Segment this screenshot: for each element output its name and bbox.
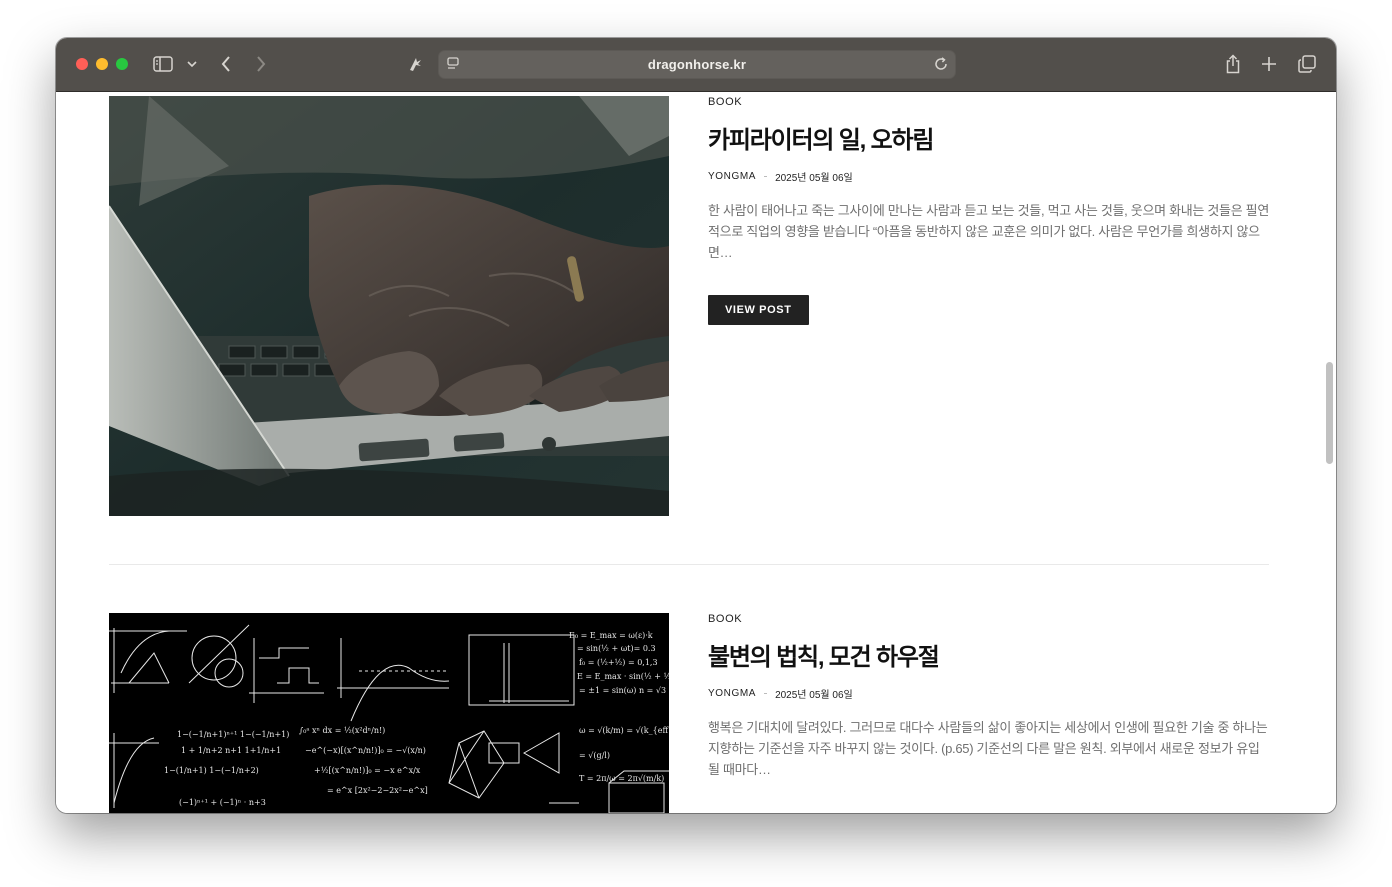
post-divider [109,564,1269,565]
byline-separator [764,693,768,694]
svg-text:f₀ = (½+½) = 0,1,3: f₀ = (½+½) = 0,1,3 [579,658,658,667]
svg-text:E = E_max · sin(½ + ½): E = E_max · sin(½ + ½) [577,672,669,681]
post-author[interactable]: YONGMA [708,688,756,699]
post-meta: BOOK 카피라이터의 일, 오하림 YONGMA 2025년 05월 06일 … [708,96,1269,325]
svg-text:T = 2π/ω = 2π√(m/k): T = 2π/ω = 2π√(m/k) [579,774,664,783]
post-author[interactable]: YONGMA [708,171,756,182]
post-date: 2025년 05월 06일 [775,173,853,184]
share-icon[interactable] [1224,52,1242,76]
post-card: BOOK 카피라이터의 일, 오하림 YONGMA 2025년 05월 06일 … [109,96,1269,516]
page-content: BOOK 카피라이터의 일, 오하림 YONGMA 2025년 05월 06일 … [56,92,1336,813]
maximize-window-button[interactable] [116,58,128,70]
post-category[interactable]: BOOK [708,613,1269,625]
svg-text:(−1)ⁿ⁺¹ + (−1)ⁿ · n+3: (−1)ⁿ⁺¹ + (−1)ⁿ · n+3 [179,798,266,807]
address-bar[interactable]: dragonhorse.kr [438,50,956,79]
post-card: E₀ = E_max = ω(ε)·k = sin(½ + ωt)= 0.3 f… [109,613,1269,813]
svg-text:= ±1 = sin(ω) n = √3: = ±1 = sin(ω) n = √3 [579,686,666,695]
svg-text:∫₀ᵃ xⁿ dx = ½(x²dⁿ/n!): ∫₀ᵃ xⁿ dx = ½(x²dⁿ/n!) [299,726,385,735]
post-byline: YONGMA 2025년 05월 06일 [708,169,1269,184]
post-title[interactable]: 불변의 법칙, 모건 하우절 [708,637,1269,672]
url-text: dragonhorse.kr [647,57,747,72]
back-icon[interactable] [218,52,234,76]
byline-separator [764,176,768,177]
post-excerpt: 행복은 기대치에 달려있다. 그러므로 대다수 사람들의 삶이 좋아지는 세상에… [708,720,1268,777]
sidebar-icon[interactable] [152,52,174,76]
post-date: 2025년 05월 06일 [775,690,853,701]
view-post-button[interactable]: VIEW POST [708,295,809,325]
browser-toolbar: dragonhorse.kr [56,38,1336,92]
svg-text:1−(−1/n+1)ⁿ⁺¹ 1−(−1/n+1): 1−(−1/n+1)ⁿ⁺¹ 1−(−1/n+1) [177,730,289,739]
post-title[interactable]: 카피라이터의 일, 오하림 [708,120,1269,155]
svg-text:E₀ = E_max = ω(ε)·k: E₀ = E_max = ω(ε)·k [569,631,653,640]
hands-typing-on-laptop-photo [109,96,669,516]
reload-icon[interactable] [933,55,949,73]
page-scrollbar[interactable] [1326,362,1333,464]
math-formulas-blackboard-image: E₀ = E_max = ω(ε)·k = sin(½ + ωt)= 0.3 f… [109,613,669,813]
chevron-down-icon[interactable] [186,52,198,76]
svg-text:1−(1/n+1) 1−(−1/n+2): 1−(1/n+1) 1−(−1/n+2) [164,766,259,775]
svg-text:1 + 1/n+2 n+1 1+1/n+1: 1 + 1/n+2 n+1 1+1/n+1 [181,746,281,755]
new-tab-icon[interactable] [1260,52,1278,76]
svg-text:= e^x [2x²−2−2x²−e^x]: = e^x [2x²−2−2x²−e^x] [327,786,428,795]
svg-text:−e^(−x)[(x^n/n!)]₀ = −√(x/n): −e^(−x)[(x^n/n!)]₀ = −√(x/n) [305,746,426,755]
browser-window: dragonhorse.kr BOOK 카피라이터의 일, 오하림 YONGMA… [56,38,1336,813]
post-thumbnail[interactable] [109,96,669,516]
post-category[interactable]: BOOK [708,96,1269,108]
extension-icon[interactable] [406,52,424,76]
svg-text:ω = √(k/m) = √(k_{eff}/m): ω = √(k/m) = √(k_{eff}/m) [579,726,669,735]
svg-text:+½[(x^n/n!)]₀ = −x e^x/x: +½[(x^n/n!)]₀ = −x e^x/x [314,766,421,775]
forward-icon[interactable] [253,52,269,76]
svg-text:= √(g/l): = √(g/l) [579,751,610,760]
post-excerpt: 한 사람이 태어나고 죽는 그사이에 만나는 사람과 듣고 보는 것들, 먹고 … [708,203,1269,260]
close-window-button[interactable] [76,58,88,70]
minimize-window-button[interactable] [96,58,108,70]
tab-overview-icon[interactable] [1297,52,1317,76]
svg-text:= sin(½ + ωt)= 0.3: = sin(½ + ωt)= 0.3 [577,644,656,653]
post-thumbnail[interactable]: E₀ = E_max = ω(ε)·k = sin(½ + ωt)= 0.3 f… [109,613,669,813]
post-byline: YONGMA 2025년 05월 06일 [708,686,1269,701]
post-meta: BOOK 불변의 법칙, 모건 하우절 YONGMA 2025년 05월 06일… [708,613,1269,780]
